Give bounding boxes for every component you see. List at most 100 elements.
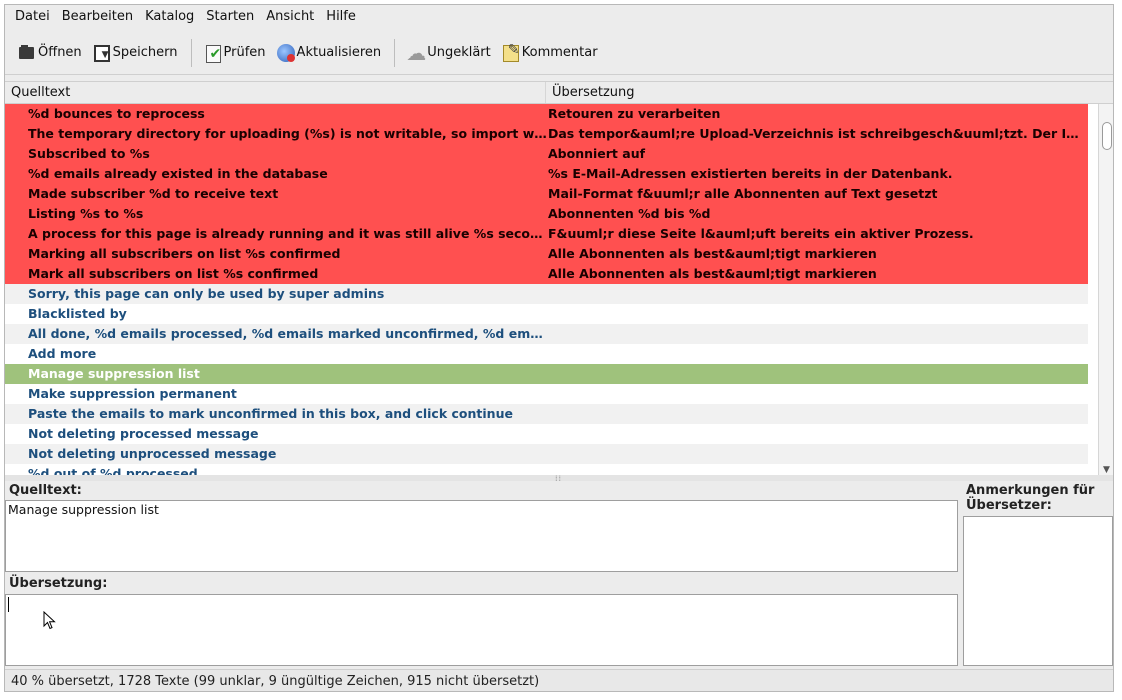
menu-catalog[interactable]: Katalog bbox=[139, 5, 200, 29]
row-translation-text: Mail-Format f&uuml;r alle Abonnenten auf… bbox=[548, 186, 938, 201]
row-translation-text bbox=[548, 364, 1088, 384]
row-source-text: The temporary directory for uploading (%… bbox=[28, 126, 548, 141]
menu-help[interactable]: Hilfe bbox=[320, 5, 362, 29]
table-row[interactable]: Listing %s to %s Abonnenten %d bis %d bbox=[5, 204, 1088, 224]
table-row[interactable]: Make suppression permanent bbox=[5, 384, 1088, 404]
globe-update-icon bbox=[276, 43, 295, 62]
row-translation-text bbox=[548, 344, 1088, 364]
text-caret bbox=[8, 597, 9, 612]
row-translation-text: Alle Abonnenten als best&auml;tigt marki… bbox=[548, 246, 877, 261]
table-row[interactable]: A process for this page is already runni… bbox=[5, 224, 1088, 244]
table-body: %d bounces to reprocess Retouren zu verar… bbox=[5, 104, 1088, 476]
source-text-box[interactable]: Manage suppression list bbox=[5, 500, 958, 572]
strings-table: Quelltext Übersetzung %d bounces to repr… bbox=[5, 81, 1113, 476]
translator-notes-label: Anmerkungen für Übersetzer: bbox=[966, 483, 1095, 513]
menu-view[interactable]: Ansicht bbox=[260, 5, 320, 29]
table-row[interactable]: Marking all subscribers on list %s confi… bbox=[5, 244, 1088, 264]
row-source-text: Listing %s to %s bbox=[28, 206, 144, 221]
splitter-grip-icon[interactable]: ⁞⁞ bbox=[555, 474, 562, 483]
check-document-icon bbox=[204, 44, 222, 63]
fuzzy-button[interactable]: Ungeklärt bbox=[402, 37, 496, 69]
menu-file[interactable]: Datei bbox=[9, 5, 56, 29]
check-label: Prüfen bbox=[223, 45, 266, 60]
cloud-fuzzy-icon bbox=[406, 41, 426, 65]
status-bar: 40 % übersetzt, 1728 Texte (99 unklar, 9… bbox=[5, 669, 1113, 691]
menu-go[interactable]: Starten bbox=[200, 5, 260, 29]
row-source-text: All done, %d emails processed, %d emails… bbox=[28, 326, 548, 341]
scroll-down-arrow-icon[interactable]: ▼ bbox=[1103, 465, 1110, 475]
vertical-scrollbar[interactable]: ▼ bbox=[1098, 104, 1113, 476]
row-translation-text: F&uuml;r diese Seite l&auml;uft bereits … bbox=[548, 226, 974, 241]
row-translation-text bbox=[548, 284, 1088, 304]
comment-note-icon bbox=[502, 42, 520, 62]
check-button[interactable]: Prüfen bbox=[199, 37, 271, 69]
table-row[interactable]: Manage suppression list bbox=[5, 364, 1088, 384]
table-header: Quelltext Übersetzung bbox=[5, 82, 1113, 104]
row-source-text: Subscribed to %s bbox=[28, 146, 150, 161]
table-row[interactable]: Add more bbox=[5, 344, 1088, 364]
row-source-text: Sorry, this page can only be used by sup… bbox=[28, 286, 385, 301]
pane-splitter[interactable]: ⁞⁞ bbox=[5, 474, 1113, 483]
row-source-text: Not deleting processed message bbox=[28, 426, 259, 441]
translator-notes-box[interactable] bbox=[963, 516, 1113, 666]
source-text-value: Manage suppression list bbox=[8, 502, 159, 517]
row-translation-text bbox=[548, 424, 1088, 444]
row-translation-text: Retouren zu verarbeiten bbox=[548, 106, 721, 121]
mouse-pointer-icon bbox=[43, 611, 56, 630]
toolbar-separator bbox=[394, 38, 396, 67]
table-row[interactable]: Sorry, this page can only be used by sup… bbox=[5, 284, 1088, 304]
table-row[interactable]: Not deleting processed message bbox=[5, 424, 1088, 444]
save-button[interactable]: Speichern bbox=[88, 37, 183, 69]
source-text-label: Quelltext: bbox=[9, 483, 82, 498]
comment-button[interactable]: Kommentar bbox=[497, 37, 603, 69]
toolbar: Öffnen Speichern Prüfen Aktualisieren Un… bbox=[5, 31, 1113, 75]
row-source-text: Marking all subscribers on list %s confi… bbox=[28, 246, 341, 261]
table-row[interactable]: All done, %d emails processed, %d emails… bbox=[5, 324, 1088, 344]
menubar: Datei Bearbeiten Katalog Starten Ansicht… bbox=[5, 5, 1113, 29]
comment-label: Kommentar bbox=[521, 45, 598, 60]
folder-open-icon bbox=[18, 44, 36, 62]
table-row[interactable]: Mark all subscribers on list %s confirme… bbox=[5, 264, 1088, 284]
row-source-text: Manage suppression list bbox=[28, 366, 200, 381]
row-translation-text: Alle Abonnenten als best&auml;tigt marki… bbox=[548, 266, 877, 281]
table-row[interactable]: %d bounces to reprocess Retouren zu verar… bbox=[5, 104, 1088, 124]
column-header-source[interactable]: Quelltext bbox=[5, 82, 546, 103]
row-source-text: Make suppression permanent bbox=[28, 386, 237, 401]
table-row[interactable]: The temporary directory for uploading (%… bbox=[5, 124, 1088, 144]
status-text: 40 % übersetzt, 1728 Texte (99 unklar, 9… bbox=[11, 674, 540, 689]
row-source-text: Add more bbox=[28, 346, 97, 361]
update-label: Aktualisieren bbox=[296, 45, 382, 60]
table-row[interactable]: Paste the emails to mark unconfirmed in … bbox=[5, 404, 1088, 424]
row-source-text: Paste the emails to mark unconfirmed in … bbox=[28, 406, 513, 421]
table-row[interactable]: %d emails already existed in the databas… bbox=[5, 164, 1088, 184]
row-translation-text bbox=[548, 404, 1088, 424]
update-button[interactable]: Aktualisieren bbox=[272, 37, 387, 69]
open-button[interactable]: Öffnen bbox=[13, 37, 87, 69]
row-source-text: Blacklisted by bbox=[28, 306, 127, 321]
row-translation-text: Das tempor&auml;re Upload-Verzeichnis is… bbox=[548, 126, 1088, 141]
scrollbar-thumb[interactable] bbox=[1102, 122, 1112, 150]
column-header-translation[interactable]: Übersetzung bbox=[546, 82, 1086, 103]
poedit-window: Datei Bearbeiten Katalog Starten Ansicht… bbox=[4, 4, 1114, 692]
save-label: Speichern bbox=[112, 45, 178, 60]
row-source-text: Made subscriber %d to receive text bbox=[28, 186, 279, 201]
row-translation-text: Abonnenten %d bis %d bbox=[548, 206, 711, 221]
row-translation-text: Abonniert auf bbox=[548, 146, 646, 161]
fuzzy-label: Ungeklärt bbox=[427, 45, 491, 60]
row-translation-text bbox=[548, 304, 1088, 324]
row-translation-text bbox=[548, 324, 1088, 344]
translation-input[interactable] bbox=[5, 594, 958, 666]
translation-label: Übersetzung: bbox=[9, 576, 108, 591]
row-translation-text bbox=[548, 384, 1088, 404]
table-row[interactable]: Made subscriber %d to receive text Mail-F… bbox=[5, 184, 1088, 204]
toolbar-separator bbox=[190, 38, 192, 67]
row-translation-text bbox=[548, 444, 1088, 464]
table-row[interactable]: Blacklisted by bbox=[5, 304, 1088, 324]
menu-edit[interactable]: Bearbeiten bbox=[56, 5, 139, 29]
table-row[interactable]: Not deleting unprocessed message bbox=[5, 444, 1088, 464]
table-row[interactable]: Subscribed to %s Abonniert auf bbox=[5, 144, 1088, 164]
row-translation-text: %s E-Mail-Adressen existierten bereits i… bbox=[548, 166, 953, 181]
open-label: Öffnen bbox=[38, 45, 82, 60]
save-icon bbox=[93, 44, 111, 62]
row-source-text: A process for this page is already runni… bbox=[28, 226, 548, 241]
